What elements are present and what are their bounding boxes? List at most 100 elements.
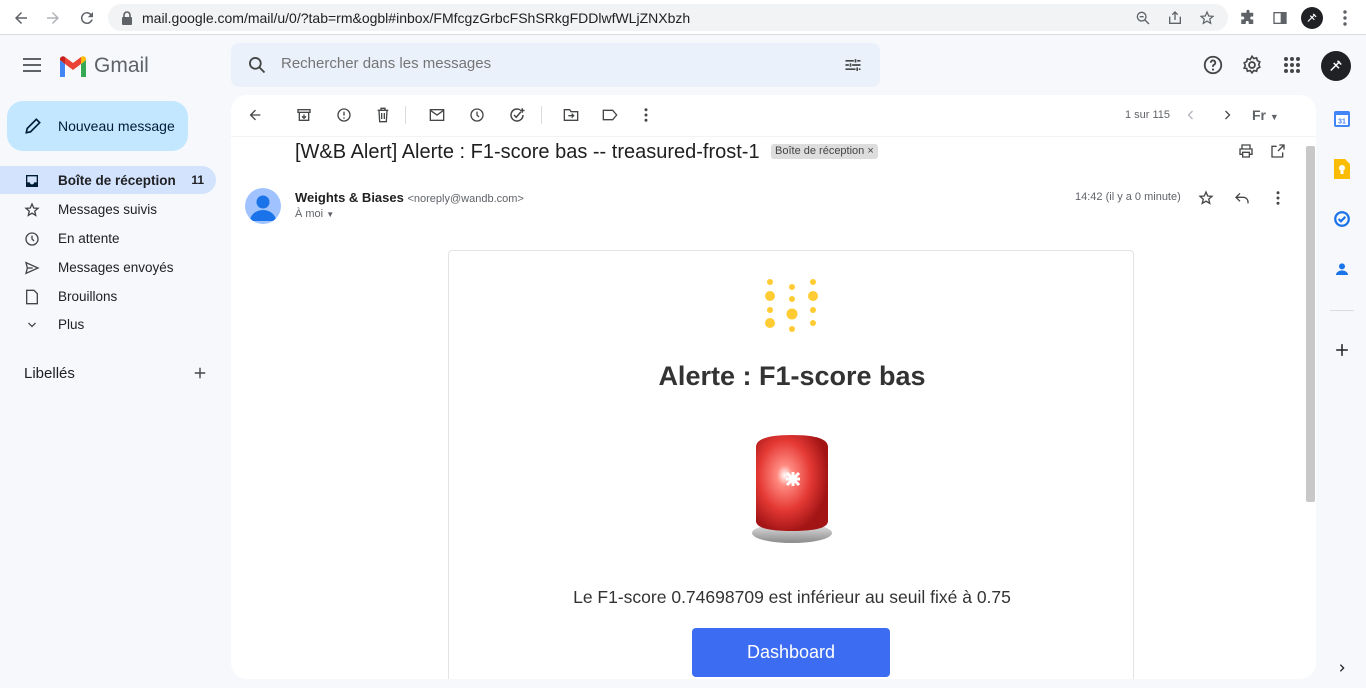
extensions-icon[interactable] [1237, 7, 1259, 29]
unread-count: 11 [191, 173, 204, 187]
sidebar-item-label: Messages suivis [58, 202, 158, 217]
sidebar-item-drafts[interactable]: Brouillons [0, 282, 216, 310]
wandb-logo-icon [765, 279, 818, 332]
calendar-icon[interactable]: 31 [1331, 108, 1353, 130]
reload-icon[interactable] [76, 7, 98, 29]
archive-icon[interactable] [294, 105, 314, 125]
apps-grid-icon[interactable] [1280, 53, 1304, 77]
zoom-icon[interactable] [1134, 9, 1152, 27]
back-arrow-icon[interactable] [245, 105, 265, 125]
input-language-button[interactable]: Fr ▼ [1252, 107, 1279, 123]
more-options-icon[interactable] [636, 105, 656, 125]
search-input[interactable] [281, 55, 821, 72]
gmail-logo[interactable]: Gmail [58, 54, 149, 78]
url-text: mail.google.com/mail/u/0/?tab=rm&ogbl#in… [142, 10, 691, 26]
compose-button[interactable]: Nouveau message [7, 101, 188, 151]
bookmark-star-icon[interactable] [1198, 9, 1216, 27]
sidebar-item-label: Plus [58, 317, 85, 332]
side-panel-divider [1330, 310, 1354, 311]
recipient-label: À moi [295, 208, 324, 220]
lock-icon[interactable] [118, 9, 136, 27]
search-icon[interactable] [245, 53, 269, 77]
gmail-header: Gmail [0, 36, 1366, 94]
compose-label: Nouveau message [58, 118, 175, 134]
snooze-clock-icon[interactable] [467, 105, 487, 125]
move-to-folder-icon[interactable] [561, 105, 581, 125]
trash-icon[interactable] [373, 105, 393, 125]
profile-avatar[interactable] [1301, 7, 1323, 29]
sidebar-item-label: Boîte de réception [58, 173, 176, 188]
search-options-icon[interactable] [841, 53, 865, 77]
dashboard-button[interactable]: Dashboard [692, 628, 890, 677]
hamburger-menu-icon[interactable] [20, 53, 44, 77]
account-avatar[interactable] [1321, 51, 1351, 81]
star-icon[interactable] [1196, 188, 1216, 208]
newer-chevron-left-icon[interactable] [1181, 105, 1201, 125]
add-task-icon[interactable] [507, 105, 527, 125]
clock-icon [23, 230, 41, 248]
side-panel-icon[interactable] [1269, 7, 1291, 29]
more-options-icon[interactable] [1268, 188, 1288, 208]
print-icon[interactable] [1236, 141, 1256, 161]
chip-close-icon[interactable]: × [867, 145, 873, 157]
sidebar-item-more[interactable]: Plus [0, 310, 216, 338]
email-timestamp: 14:42 (il y a 0 minute) [1075, 191, 1181, 203]
search-bar[interactable] [231, 43, 880, 87]
forward-arrow-icon[interactable] [42, 7, 64, 29]
pencil-icon [23, 116, 43, 141]
caret-down-icon: ▼ [1269, 112, 1279, 122]
chip-label: Boîte de réception [775, 145, 865, 157]
sidebar-item-label: Brouillons [58, 289, 118, 304]
chevron-down-icon [23, 316, 41, 334]
pagination-text: 1 sur 115 [1125, 109, 1171, 121]
scrollbar-thumb[interactable] [1306, 146, 1315, 502]
show-side-panel-chevron-icon[interactable] [1331, 657, 1353, 679]
mark-unread-icon[interactable] [427, 105, 447, 125]
sidebar-item-snoozed[interactable]: En attente [0, 224, 216, 252]
settings-gear-icon[interactable] [1240, 53, 1264, 77]
sidebar-item-sent[interactable]: Messages envoyés [0, 253, 216, 281]
svg-text:31: 31 [1338, 119, 1346, 126]
share-icon[interactable] [1166, 9, 1184, 27]
alert-message: Le F1-score 0.74698709 est inférieur au … [573, 587, 1011, 607]
label-icon[interactable] [600, 105, 620, 125]
star-icon [23, 201, 41, 219]
back-arrow-icon[interactable] [10, 7, 32, 29]
rotating-light-icon [752, 435, 832, 543]
sidebar-item-starred[interactable]: Messages suivis [0, 195, 216, 223]
recipient-dropdown[interactable]: À moi ▼ [295, 208, 334, 220]
gmail-m-icon [60, 56, 86, 77]
reply-icon[interactable] [1232, 188, 1252, 208]
add-addon-plus-icon[interactable] [1331, 339, 1353, 361]
sender-avatar[interactable] [245, 188, 281, 224]
sidebar-item-inbox[interactable]: Boîte de réception 11 [0, 166, 216, 194]
language-label: Fr [1252, 107, 1266, 123]
email-toolbar: 1 sur 115 Fr ▼ [231, 95, 1316, 137]
contacts-icon[interactable] [1331, 258, 1353, 280]
add-label-plus-icon[interactable] [190, 363, 210, 383]
report-spam-icon[interactable] [334, 105, 354, 125]
browser-menu-icon[interactable] [1334, 7, 1356, 29]
email-body-card: Alerte : F1-score bas Le F1-score 0.7469… [448, 250, 1134, 679]
sender-line: Weights & Biases <noreply@wandb.com> [295, 190, 524, 205]
sidebar-item-label: Messages envoyés [58, 260, 174, 275]
email-subject: [W&B Alert] Alerte : F1-score bas -- tre… [295, 141, 760, 163]
open-new-window-icon[interactable] [1268, 141, 1288, 161]
inbox-label-chip[interactable]: Boîte de réception × [771, 144, 878, 159]
inbox-icon [23, 172, 41, 190]
sender-email: <noreply@wandb.com> [407, 193, 524, 205]
sidebar-item-label: En attente [58, 231, 120, 246]
address-bar[interactable]: mail.google.com/mail/u/0/?tab=rm&ogbl#in… [108, 4, 1228, 31]
older-chevron-right-icon[interactable] [1217, 105, 1237, 125]
send-icon [23, 259, 41, 277]
alert-title: Alerte : F1-score bas [658, 361, 926, 391]
help-icon[interactable] [1201, 53, 1225, 77]
sender-name: Weights & Biases [295, 190, 404, 205]
toolbar-divider [541, 106, 542, 124]
tasks-icon[interactable] [1331, 208, 1353, 230]
app-name: Gmail [94, 54, 149, 77]
toolbar-divider [405, 106, 406, 124]
keep-icon[interactable] [1331, 158, 1353, 180]
draft-icon [23, 288, 41, 306]
email-view: 1 sur 115 Fr ▼ [W&B Alert] Alerte : F1-s… [231, 95, 1316, 679]
